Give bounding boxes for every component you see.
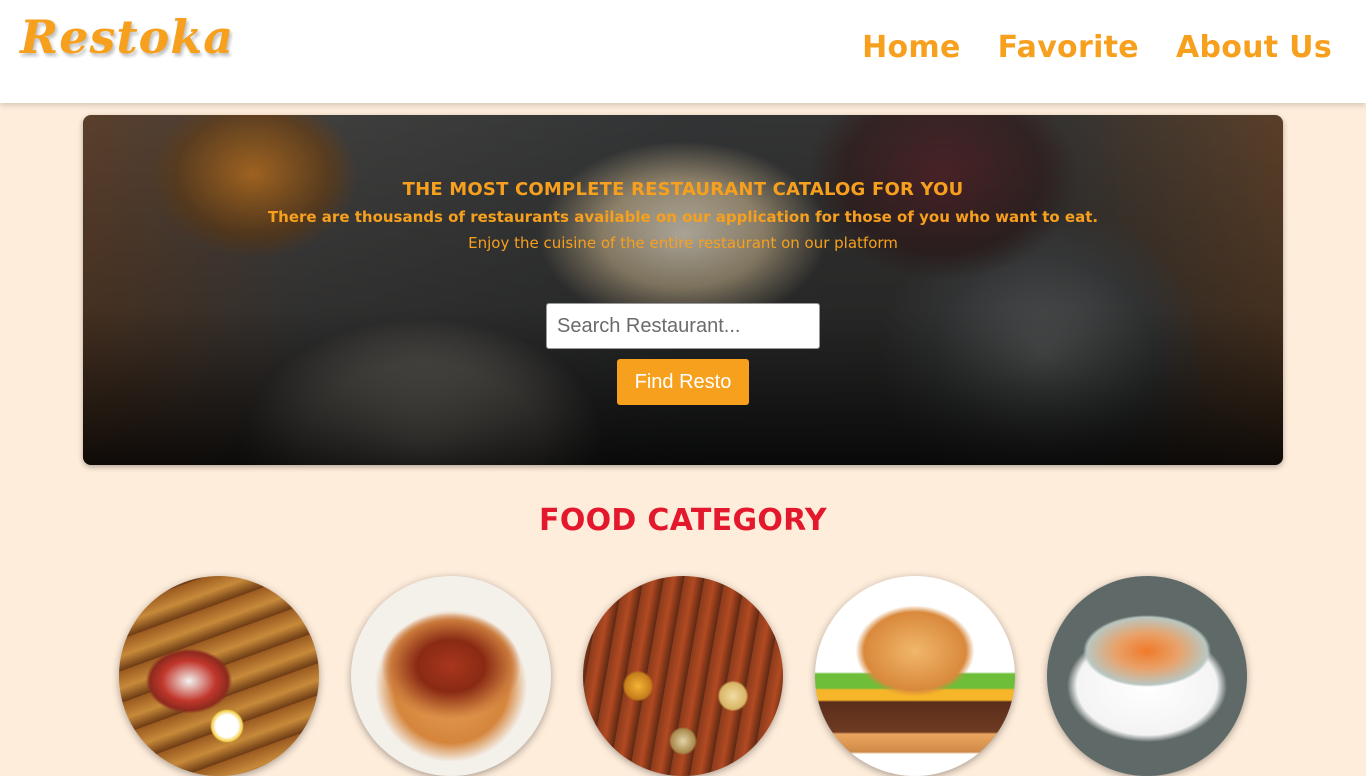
nav-link-favorite[interactable]: Favorite [998,30,1139,65]
platter-image[interactable] [583,576,783,776]
nav-link-home[interactable]: Home [862,30,961,65]
hero-subtitle: There are thousands of restaurants avail… [267,208,1099,226]
brand-logo[interactable]: Restoka [20,10,234,64]
soup-image[interactable] [1047,576,1247,776]
food-category-list [119,576,1247,776]
hero-content: THE MOST COMPLETE RESTAURANT CATALOG FOR… [83,115,1283,465]
satay-image[interactable] [119,576,319,776]
hero-tagline: Enjoy the cuisine of the entire restaura… [468,234,898,252]
spaghetti-image[interactable] [351,576,551,776]
nav-links: Home Favorite About Us [862,30,1332,65]
search-input[interactable] [546,303,820,349]
find-resto-button[interactable]: Find Resto [617,359,749,405]
hero-banner: THE MOST COMPLETE RESTAURANT CATALOG FOR… [83,115,1283,465]
nav-link-about-us[interactable]: About Us [1176,30,1332,65]
food-category-title: FOOD CATEGORY [539,503,827,538]
hero-title: THE MOST COMPLETE RESTAURANT CATALOG FOR… [402,179,964,200]
burger-image[interactable] [815,576,1015,776]
navbar: Restoka Home Favorite About Us [0,0,1366,103]
